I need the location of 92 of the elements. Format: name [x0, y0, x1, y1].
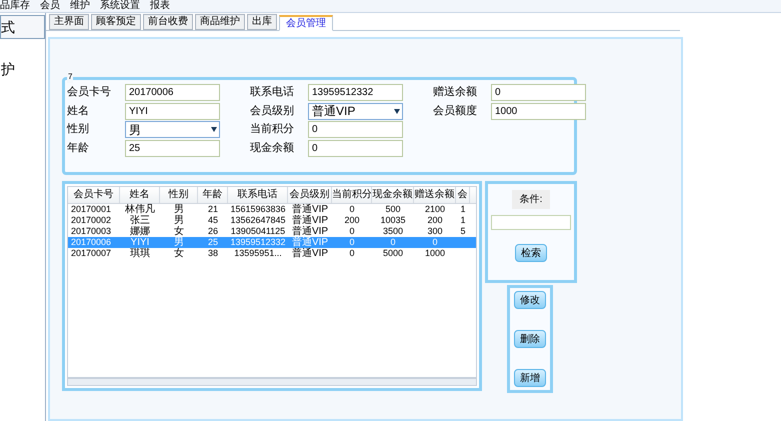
table-cell: 男	[174, 237, 184, 248]
action-button[interactable]: 新增	[514, 369, 546, 387]
table-cell: 200	[344, 215, 360, 225]
tab[interactable]: 出库	[247, 14, 277, 30]
field-label: 会员级别	[250, 104, 295, 119]
table-cell: 女	[174, 248, 184, 259]
table-cell: 200	[427, 215, 443, 225]
column-header: 会员卡号	[68, 187, 120, 203]
group-title: 7	[67, 71, 74, 83]
field-label: 当前积分	[250, 122, 295, 138]
column-header: 会	[456, 187, 470, 203]
column-header: 赠送余额	[414, 187, 456, 203]
table-cell: 1	[460, 204, 466, 214]
table-cell: YIYI	[130, 237, 150, 248]
input-field[interactable]: 25	[125, 140, 220, 156]
column-header: 现金余额	[372, 187, 414, 203]
sidebar-item[interactable]: 式	[0, 15, 45, 39]
table-cell: 5000	[382, 248, 404, 258]
table-cell: 张三	[130, 215, 150, 226]
table-cell: 林伟凡	[125, 204, 155, 215]
table-cell: 25	[208, 237, 218, 247]
table-cell: 13905041125	[230, 226, 286, 236]
tab[interactable]: 主界面	[49, 14, 89, 30]
table-cell: 20170007	[71, 248, 112, 258]
table-cell: 20170002	[71, 215, 112, 225]
table-cell: 男	[174, 204, 184, 215]
menu-item[interactable]: 会员	[40, 1, 60, 11]
field-label: 会员额度	[433, 104, 478, 119]
dropdown[interactable]: 男	[125, 121, 220, 138]
input-field[interactable]: 20170006	[125, 84, 220, 101]
table-cell: 0	[349, 237, 354, 247]
condition-label: 条件:	[512, 190, 550, 209]
field-label: 性别	[67, 122, 90, 138]
table-cell: 500	[385, 204, 401, 214]
input-field[interactable]: 0	[308, 140, 403, 156]
table-cell: 1000	[424, 248, 446, 258]
column-header: 会员级别	[288, 187, 332, 203]
table-cell: 21	[208, 204, 218, 214]
horizontal-scrollbar[interactable]	[67, 378, 477, 386]
input-field[interactable]: 0	[308, 121, 403, 138]
field-label: 联系电话	[250, 84, 295, 100]
sidebar-item[interactable]: 护	[0, 57, 45, 81]
table-cell: 13959512332	[230, 237, 286, 247]
table-cell: 20170003	[71, 226, 112, 236]
caret-icon	[394, 108, 400, 114]
tab[interactable]: 前台收费	[143, 14, 193, 30]
column-header: 年龄	[198, 187, 228, 203]
table-cell: 琪琪	[130, 248, 150, 259]
condition-field[interactable]	[491, 215, 571, 230]
table-cell: 3500	[382, 226, 404, 236]
table-cell: 20170001	[71, 204, 112, 214]
tab[interactable]: 会员管理	[279, 15, 333, 31]
table-cell: 45	[208, 215, 218, 225]
field-label: 年龄	[67, 140, 90, 156]
table-cell: 13595951...	[234, 248, 282, 258]
table-cell: 38	[208, 248, 218, 258]
table-cell: 女	[174, 226, 184, 237]
column-header: 联系电话	[228, 187, 288, 203]
tab[interactable]: 顾客预定	[91, 14, 141, 30]
caret-icon	[211, 127, 217, 132]
menu-item[interactable]: 报表	[150, 1, 170, 11]
action-button[interactable]: 修改	[514, 291, 546, 309]
column-header: 姓名	[120, 187, 160, 203]
table-cell: 0	[349, 226, 354, 236]
table-cell: 15615963836	[230, 204, 286, 214]
table-cell: 男	[174, 215, 184, 226]
action-button[interactable]: 删除	[514, 330, 546, 348]
input-field[interactable]: 0	[491, 84, 586, 101]
input-field[interactable]: YIYI	[125, 102, 220, 120]
field-label: 姓名	[67, 104, 90, 119]
table-cell: 娜娜	[130, 226, 150, 237]
table-cell: 5	[460, 226, 466, 236]
field-label: 赠送余额	[433, 84, 478, 100]
tab[interactable]: 商品维护	[195, 14, 245, 30]
table-cell: 300	[427, 226, 443, 236]
table-cell: 2100	[424, 204, 446, 214]
field-label: 现金余额	[250, 140, 295, 156]
table-cell: 10035	[380, 215, 406, 225]
input-field[interactable]: 1000	[491, 102, 586, 120]
field-label: 会员卡号	[67, 85, 112, 100]
table-cell: 0	[432, 237, 438, 247]
column-header: 性别	[160, 187, 198, 203]
table-cell: 20170006	[71, 237, 112, 247]
table-cell: 1	[460, 215, 466, 225]
table-cell: 0	[349, 204, 354, 214]
input-field[interactable]: 13959512332	[308, 84, 403, 101]
dropdown[interactable]: 普通VIP	[308, 102, 403, 120]
table-cell: 0	[390, 237, 396, 247]
search-button[interactable]: 检索	[515, 244, 547, 262]
table-cell: 0	[349, 248, 354, 258]
table-cell: 26	[208, 226, 218, 236]
table-cell: 13562647845	[230, 215, 286, 225]
